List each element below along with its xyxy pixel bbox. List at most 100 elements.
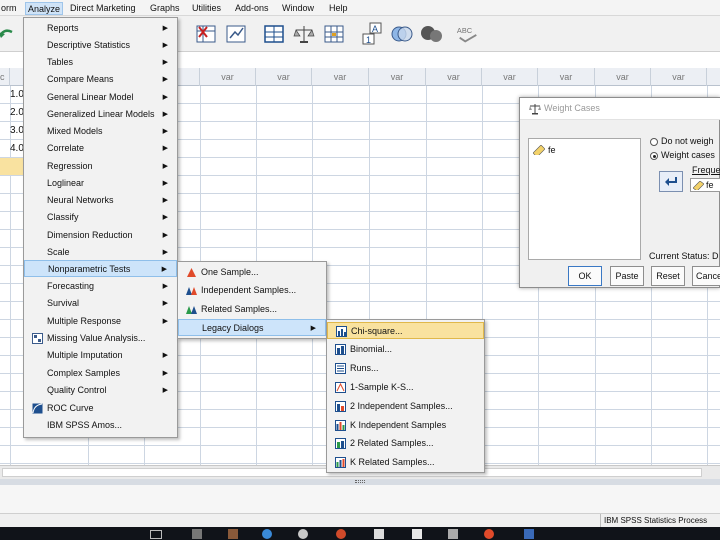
cancel-button[interactable]: Cance (692, 266, 720, 286)
chrome-icon[interactable] (262, 529, 272, 539)
menu-add-ons[interactable]: Add-ons (233, 2, 271, 15)
taskbar-app-icon[interactable] (448, 529, 458, 539)
use-sets-icon[interactable] (390, 22, 414, 46)
menu-item-complex-samples[interactable]: Complex Samples ▶ (24, 365, 177, 382)
menu-item-legacy-dialogs[interactable]: Legacy Dialogs ▶ (178, 319, 326, 336)
taskbar-app-icon[interactable] (298, 529, 308, 539)
paste-button[interactable]: Paste (610, 266, 644, 286)
menu-item-multiple-response[interactable]: Multiple Response ▶ (24, 313, 177, 330)
menu-transform[interactable]: orm (0, 2, 19, 15)
taskbar-app-icon[interactable] (336, 529, 346, 539)
taskbar-app-icon[interactable] (228, 529, 238, 539)
menu-item-compare-means[interactable]: Compare Means ▶ (24, 71, 177, 88)
menu-item-one-sample[interactable]: One Sample... (178, 264, 326, 281)
menu-item-2-independent-samples[interactable]: 2 Independent Samples... (327, 398, 484, 415)
svg-text:1: 1 (366, 35, 371, 45)
column-header[interactable]: c (0, 68, 10, 86)
menu-item-classify[interactable]: Classify ▶ (24, 209, 177, 226)
reset-button[interactable]: Reset (651, 266, 685, 286)
active-cell[interactable] (0, 158, 24, 175)
dialog-title-bar[interactable]: Weight Cases (520, 98, 720, 120)
taskbar-app-icon[interactable] (524, 529, 534, 539)
variable-list[interactable]: fe (528, 138, 641, 260)
menu-item-descriptive-statistics[interactable]: Descriptive Statistics ▶ (24, 37, 177, 54)
task-view-icon[interactable] (150, 530, 162, 539)
undo-icon[interactable] (0, 22, 18, 46)
column-header[interactable]: var (538, 68, 595, 86)
taskbar-app-icon[interactable] (412, 529, 422, 539)
grid-cell[interactable]: 2.0 (0, 104, 24, 122)
menu-item-missing-value-analysis[interactable]: Missing Value Analysis... (24, 330, 177, 347)
select-cases-icon[interactable] (322, 22, 346, 46)
menu-item-regression[interactable]: Regression ▶ (24, 158, 177, 175)
spell-check-icon[interactable]: ABC (456, 22, 480, 46)
menu-item-dimension-reduction[interactable]: Dimension Reduction ▶ (24, 227, 177, 244)
menu-item-mixed-models[interactable]: Mixed Models ▶ (24, 123, 177, 140)
show-all-variables-icon[interactable] (420, 22, 444, 46)
move-variable-button[interactable] (659, 171, 683, 192)
weight-cases-icon[interactable] (292, 22, 316, 46)
column-header[interactable]: var (595, 68, 651, 86)
taskbar-app-icon[interactable] (484, 529, 494, 539)
menu-utilities[interactable]: Utilities (190, 2, 223, 15)
menu-item-related-samples[interactable]: Related Samples... (178, 301, 326, 318)
submenu-arrow-icon: ▶ (162, 111, 168, 118)
split-file-icon[interactable] (262, 22, 286, 46)
menu-item-binomial[interactable]: Binomial... (327, 341, 484, 358)
menu-item-general-linear-model[interactable]: General Linear Model ▶ (24, 89, 177, 106)
menu-item-loglinear[interactable]: Loglinear ▶ (24, 175, 177, 192)
menu-item-tables[interactable]: Tables ▶ (24, 54, 177, 71)
menu-item-k-related-samples[interactable]: K Related Samples... (327, 454, 484, 471)
radio-do-not-weight[interactable] (650, 138, 658, 146)
column-header[interactable]: var (426, 68, 482, 86)
chart-icon[interactable] (224, 22, 248, 46)
menu-bar: orm Analyze Direct Marketing Graphs Util… (0, 0, 720, 16)
menu-item-2-related-samples[interactable]: 2 Related Samples... (327, 435, 484, 452)
taskbar-app-icon[interactable] (192, 529, 202, 539)
two-related-icon (335, 438, 346, 449)
grid-cell[interactable]: 1.0 (0, 86, 24, 104)
column-header[interactable]: var (369, 68, 426, 86)
column-header[interactable]: var (651, 68, 707, 86)
menu-item-runs[interactable]: Runs... (327, 360, 484, 377)
menu-item-reports[interactable]: Reports ▶ (24, 20, 177, 37)
insert-variable-icon[interactable] (194, 22, 218, 46)
k-related-icon (335, 457, 346, 468)
menu-item-correlate[interactable]: Correlate ▶ (24, 140, 177, 157)
menu-item-nonparametric-tests[interactable]: Nonparametric Tests ▶ (24, 260, 177, 277)
menu-item-k-independent-samples[interactable]: K Independent Samples (327, 417, 484, 434)
column-header[interactable]: var (256, 68, 312, 86)
submenu-arrow-icon: ▶ (162, 197, 168, 204)
menu-help[interactable]: Help (327, 2, 350, 15)
menu-direct-marketing[interactable]: Direct Marketing (68, 2, 138, 15)
menu-item-generalized-linear-models[interactable]: Generalized Linear Models ▶ (24, 106, 177, 123)
column-header[interactable]: var (312, 68, 369, 86)
menu-analyze[interactable]: Analyze (25, 2, 64, 15)
menu-item-scale[interactable]: Scale ▶ (24, 244, 177, 261)
weight-cases-dialog: Weight Cases fe Do not weigh Weight case… (519, 97, 720, 288)
menu-item-roc-curve[interactable]: ROC Curve (24, 400, 177, 417)
hp-icon[interactable] (374, 529, 384, 539)
column-header[interactable]: var (482, 68, 538, 86)
grid-cell[interactable]: 3.0 (0, 122, 24, 140)
menu-item-1-sample-ks[interactable]: 1-Sample K-S... (327, 379, 484, 396)
value-labels-icon[interactable]: A1 (360, 22, 384, 46)
menu-item-neural-networks[interactable]: Neural Networks ▶ (24, 192, 177, 209)
submenu-arrow-icon: ▶ (162, 318, 168, 325)
menu-item-independent-samples[interactable]: Independent Samples... (178, 282, 326, 299)
menu-item-quality-control[interactable]: Quality Control ▶ (24, 382, 177, 399)
radio-weight-cases[interactable] (650, 152, 658, 160)
menu-item-forecasting[interactable]: Forecasting ▶ (24, 278, 177, 295)
menu-item-amos[interactable]: IBM SPSS Amos... (24, 417, 177, 434)
submenu-arrow-icon: ▶ (162, 283, 168, 290)
menu-item-chi-square[interactable]: Chi-square... (327, 322, 484, 339)
menu-window[interactable]: Window (280, 2, 316, 15)
grip-icon[interactable] (355, 480, 365, 483)
frequency-variable-field[interactable]: fe (690, 178, 720, 192)
menu-graphs[interactable]: Graphs (148, 2, 182, 15)
menu-item-survival[interactable]: Survival ▶ (24, 295, 177, 312)
menu-item-multiple-imputation[interactable]: Multiple Imputation ▶ (24, 347, 177, 364)
ok-button[interactable]: OK (568, 266, 602, 286)
column-header[interactable]: var (200, 68, 256, 86)
grid-cell[interactable]: 4.0 (0, 140, 24, 158)
